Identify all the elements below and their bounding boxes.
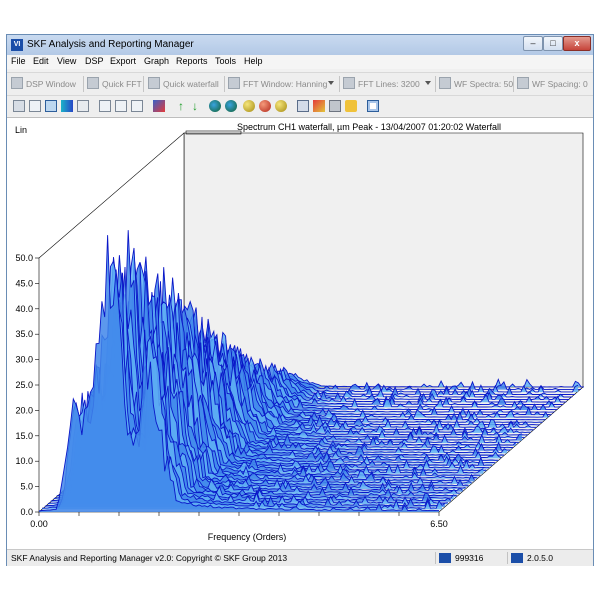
wf-spectra-icon: [439, 77, 451, 89]
dsp-window-icon: [11, 77, 23, 89]
fft-window-icon: [228, 77, 240, 89]
minimize-button[interactable]: –: [523, 36, 543, 51]
wf-spectra-field[interactable]: WF Spectra: 50: [439, 76, 513, 92]
y-tick-label: 40.0: [15, 304, 33, 314]
wf-spacing-icon: [517, 77, 529, 89]
copyright-text: SKF Analysis and Reporting Manager v2.0:…: [11, 553, 288, 563]
chevron-down-icon[interactable]: [328, 81, 334, 85]
version-icon: [511, 553, 523, 563]
play-icon[interactable]: [153, 100, 165, 112]
scale-label: Lin: [15, 125, 27, 135]
globe-icon[interactable]: [209, 100, 221, 112]
toolbar-separator: [435, 76, 436, 92]
spectrum-view-icon[interactable]: [45, 100, 57, 112]
x-axis-label: Frequency (Orders): [208, 532, 287, 542]
menu-view[interactable]: View: [57, 56, 76, 66]
table-icon[interactable]: [99, 100, 111, 112]
y-tick-label: 50.0: [15, 253, 33, 263]
fft-lines-dropdown[interactable]: FFT Lines: 3200: [343, 76, 420, 92]
y-tick-label: 35.0: [15, 329, 33, 339]
y-axis-ticks: 0.0 5.0 10.0 15.0 20.0 25.0 30.0 35.0 40.0 45.0 50…: [15, 253, 39, 517]
print-icon[interactable]: [13, 100, 25, 112]
graph-toolbar: ↑ ↓: [7, 96, 593, 116]
arrow-down-icon[interactable]: ↓: [189, 100, 201, 112]
y-tick-label: 10.0: [15, 456, 33, 466]
flag-icon[interactable]: [329, 100, 341, 112]
y-tick-label: 25.0: [15, 380, 33, 390]
fft-window-dropdown[interactable]: FFT Window: Hanning: [228, 76, 327, 92]
menu-help[interactable]: Help: [244, 56, 263, 66]
quick-fft-button[interactable]: Quick FFT: [87, 76, 142, 92]
wf-spacing-field[interactable]: WF Spacing: 0: [517, 76, 588, 92]
arrow-up-icon[interactable]: ↑: [175, 100, 187, 112]
y-tick-label: 45.0: [15, 278, 33, 288]
colormap-icon[interactable]: [61, 100, 73, 112]
skf-app-icon: VI: [11, 39, 23, 51]
quick-waterfall-icon: [148, 77, 160, 89]
y-tick-label: 30.0: [15, 355, 33, 365]
search-zoom-icon[interactable]: [275, 100, 287, 112]
menu-edit[interactable]: Edit: [33, 56, 49, 66]
status-id: 999316: [455, 553, 484, 563]
save-icon[interactable]: [345, 100, 357, 112]
app-window: VI SKF Analysis and Reporting Manager – …: [6, 34, 594, 566]
globe2-icon[interactable]: [225, 100, 237, 112]
color-icon[interactable]: [313, 100, 325, 112]
zoom-icon[interactable]: [131, 100, 143, 112]
y-tick-label: 20.0: [15, 405, 33, 415]
dsp-window-button[interactable]: DSP Window: [11, 76, 76, 92]
x-tick-label: 0.00: [30, 519, 48, 529]
window-title: SKF Analysis and Reporting Manager: [27, 39, 194, 50]
y-tick-label: 5.0: [20, 482, 33, 492]
quick-fft-icon: [87, 77, 99, 89]
waterfall-chart[interactable]: Lin Spectrum CH1 waterfall, µm Peak - 13…: [7, 118, 593, 550]
quick-waterfall-button[interactable]: Quick waterfall: [148, 76, 219, 92]
cursor-icon[interactable]: [367, 100, 379, 112]
chevron-down-icon[interactable]: [425, 81, 431, 85]
toolbar-separator: [513, 76, 514, 92]
grid-icon[interactable]: [115, 100, 127, 112]
menu-tools[interactable]: Tools: [215, 56, 236, 66]
toolbar-separator: [339, 76, 340, 92]
maximize-button[interactable]: □: [543, 36, 563, 51]
fft-lines-icon: [343, 77, 355, 89]
y-tick-label: 0.0: [20, 507, 33, 517]
menu-dsp[interactable]: DSP: [85, 56, 104, 66]
menu-graph[interactable]: Graph: [144, 56, 169, 66]
status-divider: [507, 552, 508, 564]
search-icon[interactable]: [243, 100, 255, 112]
close-button[interactable]: x: [563, 36, 591, 51]
menu-file[interactable]: File: [11, 56, 26, 66]
chart-icon[interactable]: [29, 100, 41, 112]
copy-icon[interactable]: [297, 100, 309, 112]
menu-bar: File Edit View DSP Export Graph Reports …: [7, 55, 593, 69]
back-wall: [183, 132, 584, 388]
x-axis-ticks: 0.00 6.50: [30, 512, 448, 529]
menu-export[interactable]: Export: [110, 56, 136, 66]
waterfall-chart-panel[interactable]: Lin Spectrum CH1 waterfall, µm Peak - 13…: [7, 117, 593, 552]
toolbar-separator: [83, 76, 84, 92]
menu-reports[interactable]: Reports: [176, 56, 208, 66]
status-divider: [435, 552, 436, 564]
x-tick-label: 6.50: [430, 519, 448, 529]
processing-toolbar: DSP Window Quick FFT Quick waterfall FFT…: [7, 72, 593, 96]
export-icon[interactable]: [77, 100, 89, 112]
status-version: 2.0.5.0: [527, 553, 553, 563]
search-red-icon[interactable]: [259, 100, 271, 112]
chart-title: Spectrum CH1 waterfall, µm Peak - 13/04/…: [237, 122, 501, 132]
toolbar-separator: [224, 76, 225, 92]
database-icon: [439, 553, 451, 563]
y-tick-label: 15.0: [15, 431, 33, 441]
status-bar: SKF Analysis and Reporting Manager v2.0:…: [7, 549, 593, 566]
title-bar[interactable]: VI SKF Analysis and Reporting Manager – …: [7, 35, 593, 55]
toolbar-separator: [143, 76, 144, 92]
